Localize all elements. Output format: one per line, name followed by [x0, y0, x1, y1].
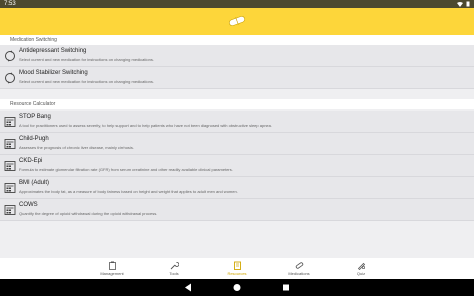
- wifi-icon: [457, 1, 463, 7]
- item-title: STOP Bang: [19, 114, 51, 120]
- item-title: Child-Pugh: [19, 136, 49, 142]
- pill-logo-icon: [229, 15, 245, 27]
- calculator-icon: [4, 205, 16, 215]
- clipboard-icon: [108, 261, 116, 270]
- list-item-bmi-adult[interactable]: BMI (Adult) Approximates the body fat, a…: [0, 177, 474, 199]
- nav-tools[interactable]: Tools: [149, 261, 199, 276]
- list-item-cows[interactable]: COWS Quantify the degree of opioid withd…: [0, 199, 474, 221]
- quiz-icon: [357, 262, 365, 270]
- nav-management[interactable]: Management: [87, 261, 137, 276]
- nav-label: Medications: [288, 271, 310, 276]
- calculator-icon: [4, 117, 16, 127]
- item-description: Approximates the body fat, as a measure …: [19, 189, 238, 194]
- nav-medications[interactable]: Medications: [274, 261, 324, 276]
- item-title: CKD-Epi: [19, 158, 43, 164]
- bottom-navigation: Management Tools Resources Medications Q…: [0, 258, 474, 279]
- battery-icon: [466, 1, 470, 7]
- list-item-antidepressant-switching[interactable]: Antidepressant Switching Select current …: [0, 45, 474, 67]
- cycle-icon: [5, 72, 15, 84]
- app-bar: [0, 8, 474, 35]
- item-description: Formula to estimate glomerular filtratio…: [19, 167, 233, 172]
- item-title: Antidepressant Switching: [19, 48, 87, 54]
- status-bar: 7:53: [0, 0, 474, 8]
- item-description: Select current and new medication for in…: [19, 79, 154, 84]
- list-item-child-pugh[interactable]: Child-Pugh Assesses the prognosis of chr…: [0, 133, 474, 155]
- section-header-medication-switching: Medication Switching: [0, 35, 474, 45]
- item-title: BMI (Adult): [19, 180, 50, 186]
- pill-icon: [295, 262, 303, 269]
- item-description: Assesses the prognosis of chronic liver …: [19, 145, 134, 150]
- main-content: Medication Switching Antidepressant Swit…: [0, 35, 474, 258]
- nav-label: Tools: [169, 271, 179, 276]
- list-item-mood-stabilizer-switching[interactable]: Mood Stabilizer Switching Select current…: [0, 67, 474, 89]
- item-description: Select current and new medication for in…: [19, 57, 154, 62]
- recents-icon[interactable]: [282, 283, 290, 292]
- back-icon[interactable]: [184, 283, 192, 292]
- item-title: Mood Stabilizer Switching: [19, 70, 88, 76]
- wrench-icon: [170, 262, 179, 270]
- section-header-resource-calculator: Resource Calculator: [0, 99, 474, 109]
- nav-quiz[interactable]: Quiz: [336, 261, 386, 276]
- nav-resources[interactable]: Resources: [212, 261, 262, 276]
- nav-label: Quiz: [356, 271, 366, 276]
- calculator-icon: [4, 183, 16, 193]
- list-item-stop-bang[interactable]: STOP Bang A tool for practitioners used …: [0, 111, 474, 133]
- nav-label: Resources: [227, 271, 247, 276]
- list-item-ckd-epi[interactable]: CKD-Epi Formula to estimate glomerular f…: [0, 155, 474, 177]
- system-navigation-bar: [0, 279, 474, 296]
- item-description: Quantify the degree of opioid withdrawal…: [19, 211, 158, 216]
- item-description: A tool for practitioners used to assess …: [19, 123, 272, 128]
- home-icon[interactable]: [233, 283, 241, 292]
- cycle-icon: [5, 50, 15, 62]
- status-time: 7:53: [4, 1, 16, 7]
- nav-label: Management: [100, 271, 124, 276]
- calculator-icon: [4, 161, 16, 171]
- status-icons: [457, 0, 470, 8]
- book-icon: [233, 261, 241, 270]
- item-title: COWS: [19, 202, 38, 208]
- calculator-icon: [4, 139, 16, 149]
